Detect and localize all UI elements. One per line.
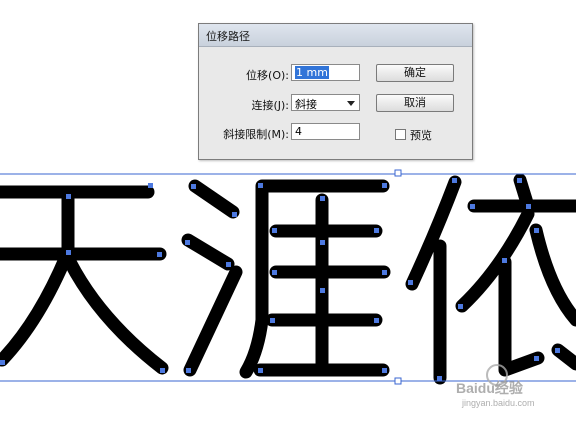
offset-value: 1 mm — [295, 66, 329, 79]
dialog-title: 位移路径 — [206, 30, 250, 43]
joins-label: 连接(J): — [251, 99, 289, 112]
glyph-tian[interactable] — [0, 185, 169, 375]
miter-limit-value: 4 — [295, 125, 302, 138]
miter-limit-input[interactable]: 4 — [291, 123, 360, 140]
joins-select[interactable]: 斜接 — [291, 94, 360, 111]
miter-limit-label: 斜接限制(M): — [223, 128, 289, 141]
joins-value: 斜接 — [295, 98, 317, 111]
watermark-url: jingyan.baidu.com — [462, 398, 535, 408]
preview-label: 预览 — [410, 129, 432, 142]
chevron-down-icon[interactable] — [347, 101, 355, 106]
dialog-titlebar[interactable]: 位移路径 — [199, 24, 472, 47]
offset-path-dialog: 位移路径 位移(O): 1 mm 连接(J): 斜接 斜接限制(M): 4 确定… — [198, 23, 473, 160]
offset-input[interactable]: 1 mm — [291, 64, 360, 81]
selected-text-outlines[interactable] — [0, 173, 576, 385]
glyph-ya[interactable] — [181, 179, 391, 379]
preview-checkbox[interactable] — [395, 129, 406, 140]
glyph-yi[interactable] — [405, 173, 576, 385]
ok-button[interactable]: 确定 — [376, 64, 454, 82]
watermark-brand: Baidu经验 — [456, 380, 523, 396]
offset-label: 位移(O): — [246, 69, 289, 82]
cancel-button[interactable]: 取消 — [376, 94, 454, 112]
